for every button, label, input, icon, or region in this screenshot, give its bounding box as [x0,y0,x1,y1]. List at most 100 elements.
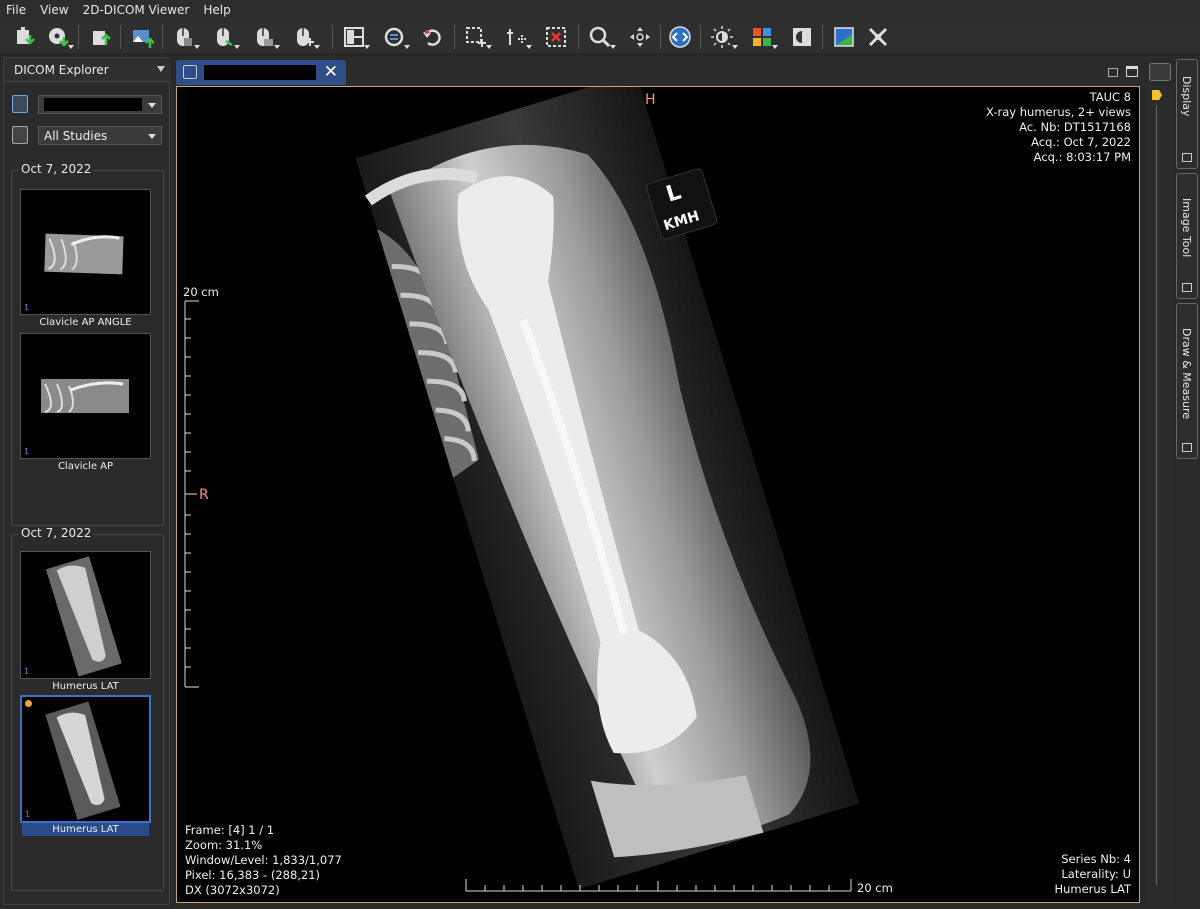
pan-icon[interactable] [626,23,654,51]
series-number: 1 [24,303,30,312]
dock-tab-image-tool[interactable]: Image Tool [1176,173,1198,299]
patient-tab-icon [183,65,197,79]
institution-text: TAUC 8 [1089,90,1131,104]
pointer-info-icon[interactable] [502,23,532,51]
study-group: Oct 7, 2022 1 Clavicle AP ANGLE 1 Clavic… [11,162,164,526]
active-indicator [25,700,32,707]
xray-image: L KMH [184,87,860,892]
orientation-left-label: R [199,487,209,503]
dicom-explorer-panel: DICOM Explorer All Studies Oct 7, 2022 1… [3,57,171,905]
crop-icon[interactable] [542,23,570,51]
measure-select-icon[interactable] [462,23,492,51]
modality-text: DX (3072x3072) [185,883,280,897]
acquisition-date-text: Acq.: Oct 7, 2022 [1031,135,1131,149]
series-number: 1 [25,810,31,819]
dock-tab-draw-measure-label: Draw & Measure [1180,328,1193,420]
patient-select[interactable] [38,95,162,114]
reset-icon[interactable] [418,23,446,51]
humerus-lat-preview [22,697,149,821]
top-right-overlay: TAUC 8 X-ray humerus, 2+ views Ac. Nb: D… [986,90,1131,165]
slider-track[interactable] [1156,105,1157,885]
menu-2d-dicom-viewer[interactable]: 2D-DICOM Viewer [83,3,190,17]
dock-tab-display-label: Display [1180,76,1193,117]
menu-help[interactable]: Help [203,3,230,17]
series-label: Clavicle AP ANGLE [39,317,132,328]
series-label: Clavicle AP [57,461,114,472]
studies-select[interactable]: All Studies [38,126,162,145]
vertical-scale-label: 20 cm [183,285,219,299]
fusion-icon[interactable] [830,23,858,51]
horizontal-scale-label: 20 cm [857,881,893,895]
window-level-text: Window/Level: 1,833/1,077 [185,853,342,867]
clavicle-ap-preview [21,334,150,458]
calendar-icon [12,126,28,144]
chevron-down-icon [148,134,156,139]
dock-float-icon[interactable] [1182,443,1192,452]
dock-float-icon[interactable] [1182,153,1192,162]
series-thumbnail-selected[interactable]: 1 Humerus LAT [20,695,151,836]
series-description-text: Humerus LAT [1054,882,1131,896]
bottom-right-overlay: Series Nb: 4 Laterality: U Humerus LAT [1054,852,1131,897]
app-window: File View 2D-DICOM Viewer Help DICOM Exp… [0,0,1200,909]
orientation-top-label: H [645,92,656,108]
dock-tabs: Display Image Tool Draw & Measure [1176,57,1200,905]
menu-file[interactable]: File [6,3,26,17]
menu-bar: File View 2D-DICOM Viewer Help [0,0,1200,19]
studies-row: All Studies [12,124,162,146]
export-dicom-icon[interactable] [86,23,114,51]
export-image-icon[interactable] [128,23,156,51]
chevron-down-icon [148,103,156,108]
horizontal-scale-bar [465,879,852,892]
layout-icon[interactable] [340,23,370,51]
dock-float-icon[interactable] [1182,283,1192,292]
mouse-wheel-action-icon[interactable] [290,23,320,51]
study-date[interactable]: Oct 7, 2022 [18,162,95,176]
layers-icon[interactable] [1149,63,1171,81]
invert-icon[interactable] [788,23,816,51]
viewer-tab-strip: ✕ [174,57,1146,85]
vertical-scale-bar [184,300,199,688]
study-description-text: X-ray humerus, 2+ views [986,105,1131,119]
synch-icon[interactable] [380,23,410,51]
lut-icon[interactable] [748,23,778,51]
series-label: Humerus LAT [22,823,149,836]
clavicle-angle-preview [21,190,150,314]
cine-icon[interactable] [864,23,892,51]
viewer-tab[interactable]: ✕ [176,60,346,85]
mouse-left-action-icon[interactable] [170,23,200,51]
bottom-left-overlay: Frame: [4] 1 / 1 Zoom: 31.1% Window/Leve… [185,823,342,898]
import-dicom-icon[interactable] [10,23,38,51]
slider-marker-icon[interactable] [1152,90,1162,100]
brightness-icon[interactable] [708,23,738,51]
rotate-icon[interactable] [666,23,694,51]
explorer-title: DICOM Explorer [14,62,109,77]
mouse-middle-action-icon[interactable] [210,23,240,51]
patient-row [12,93,162,115]
study-group: Oct 7, 2022 1 Humerus LAT 1 Humerus LAT [11,526,164,891]
import-cd-icon[interactable] [44,23,74,51]
zoom-text: Zoom: 31.1% [185,838,263,852]
mouse-right-action-icon[interactable] [250,23,280,51]
zoom-icon[interactable] [586,23,616,51]
series-thumbnail[interactable]: 1 Clavicle AP ANGLE [20,189,151,328]
menu-view[interactable]: View [40,3,68,17]
laterality-text: Laterality: U [1061,867,1131,881]
series-thumbnail[interactable]: 1 Humerus LAT [20,551,151,692]
explorer-menu-icon[interactable] [157,66,165,72]
series-thumbnail[interactable]: 1 Clavicle AP [20,333,151,472]
acquisition-time-text: Acq.: 8:03:17 PM [1033,150,1131,164]
close-icon[interactable]: ✕ [324,62,338,82]
detach-icon[interactable] [1108,68,1118,77]
explorer-tab[interactable]: DICOM Explorer [4,58,171,82]
layer-strip [1146,57,1174,905]
pixel-value-text: Pixel: 16,383 - (288,21) [185,868,321,882]
frame-text: Frame: [4] 1 / 1 [185,823,275,837]
image-viewer[interactable]: L KMH H R 20 cm 20 cm TAUC 8 X-ray humer… [176,86,1140,903]
patient-name-redacted [44,98,142,111]
accession-number-text: Ac. Nb: DT1517168 [1019,120,1131,134]
study-date[interactable]: Oct 7, 2022 [18,526,95,540]
maximize-icon[interactable] [1126,66,1138,77]
viewer-tab-label-redacted [204,65,316,80]
dock-tab-display[interactable]: Display [1176,59,1198,169]
dock-tab-draw-measure[interactable]: Draw & Measure [1176,303,1198,459]
